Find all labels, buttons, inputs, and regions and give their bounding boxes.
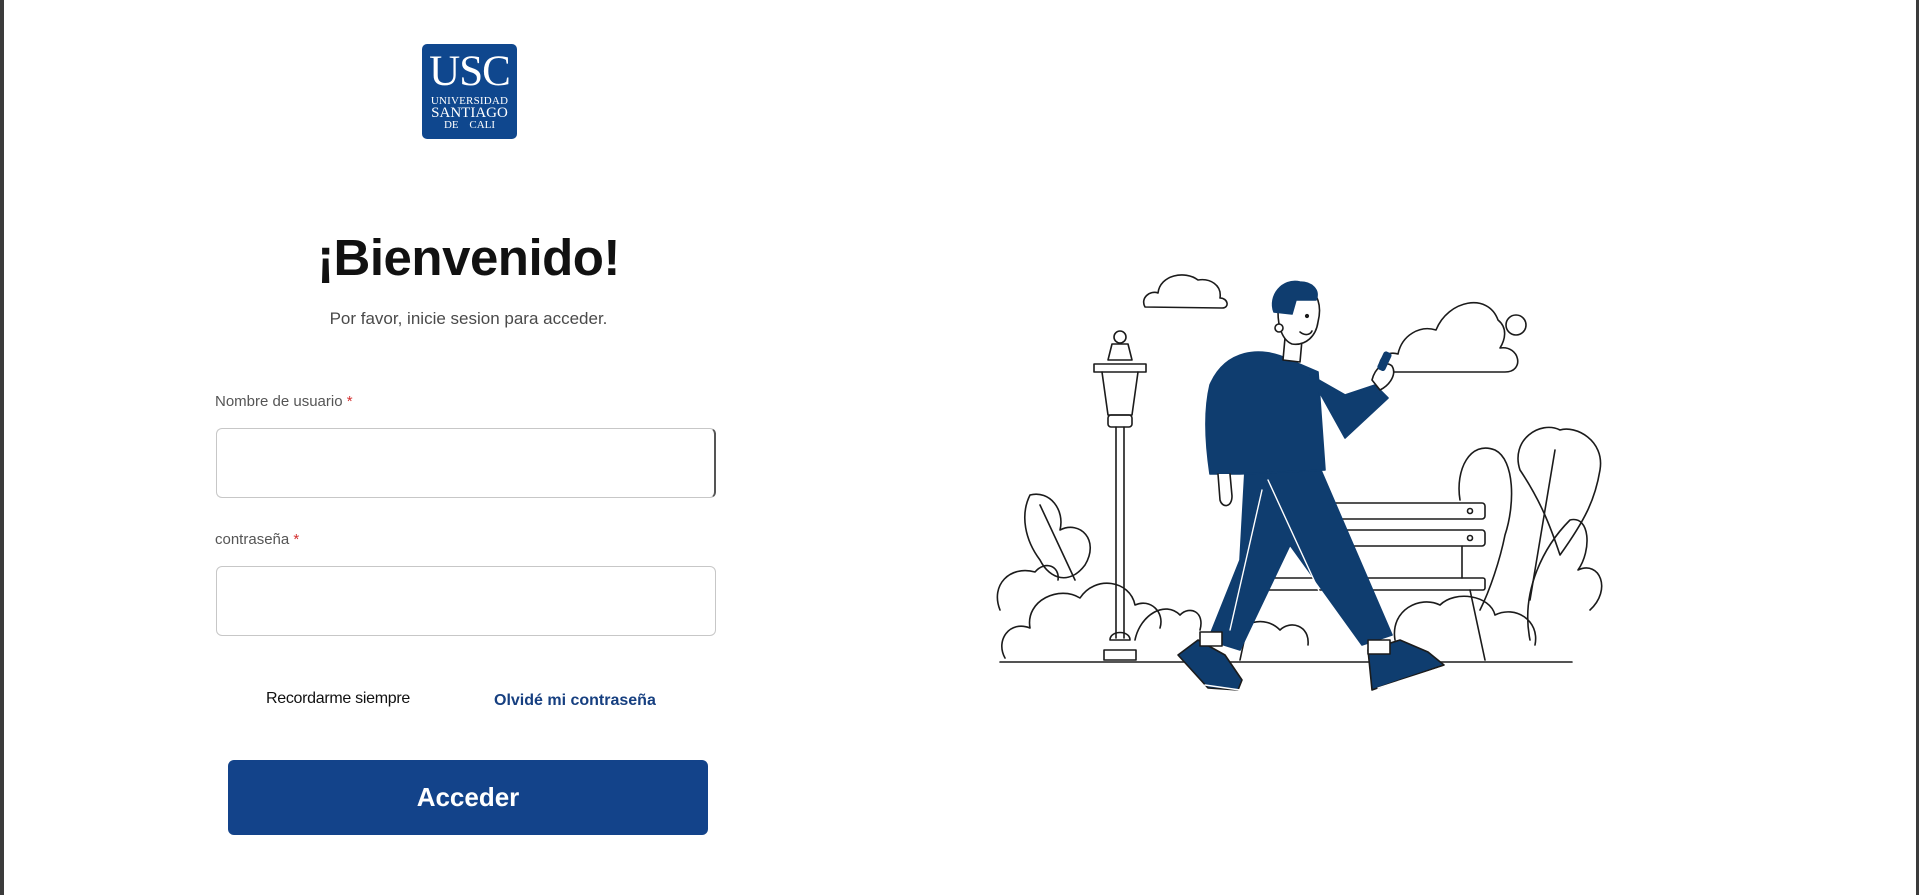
park-walking-illustration	[996, 274, 1603, 691]
cloud-icon	[1142, 274, 1228, 309]
logo-text-main: USC	[429, 48, 511, 95]
logo-text-line3: DE CALI	[443, 119, 496, 131]
login-button[interactable]: Acceder	[228, 760, 708, 835]
username-input[interactable]	[216, 428, 716, 498]
forgot-password-link[interactable]: Olvidé mi contraseña	[494, 692, 656, 710]
logo-text-line2: SANTIAGO	[431, 105, 508, 121]
page-subtitle: Por favor, inicie sesion para acceder.	[329, 309, 608, 328]
page-title: ¡Bienvenido!	[317, 229, 620, 286]
usc-logo: USC UNIVERSIDAD SANTIAGO DE CALI	[422, 44, 517, 139]
username-label: Nombre de usuario *	[215, 393, 353, 410]
required-mark: *	[293, 531, 300, 548]
window-edge-left	[0, 0, 4, 895]
password-label: contraseña *	[215, 531, 299, 548]
person-walking-icon	[1177, 280, 1445, 691]
password-label-text: contraseña	[215, 531, 290, 548]
street-lamp-icon	[1093, 330, 1147, 661]
remember-me-option[interactable]: Recordarme siempre	[266, 690, 410, 708]
password-input[interactable]	[216, 566, 716, 636]
username-label-text: Nombre de usuario	[215, 393, 343, 410]
cloud-icon	[1378, 302, 1527, 373]
required-mark: *	[346, 393, 353, 410]
bush-icon	[996, 493, 1202, 659]
